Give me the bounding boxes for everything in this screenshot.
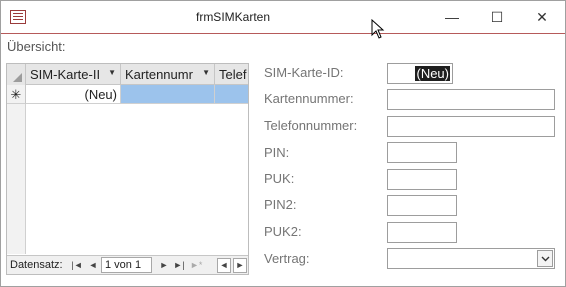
overview-label: Übersicht: xyxy=(7,39,66,54)
chevron-down-icon[interactable] xyxy=(537,250,553,267)
new-record-button[interactable]: ►* xyxy=(190,258,202,272)
cell-kartennummer[interactable] xyxy=(121,85,215,104)
label-puk: PUK: xyxy=(264,171,295,186)
next-record-button[interactable]: ► xyxy=(158,258,170,272)
cell-sim-karte-id[interactable]: (Neu) xyxy=(26,85,121,104)
label-telefonnummer: Telefonnummer: xyxy=(264,118,358,133)
column-header-label: Telef xyxy=(219,67,247,82)
sim-karte-id-value: (Neu) xyxy=(415,66,450,81)
telefonnummer-field[interactable] xyxy=(387,116,555,137)
column-header-telefonnummer[interactable]: Telef xyxy=(215,64,248,85)
label-pin: PIN: xyxy=(264,145,290,160)
kartennummer-field[interactable] xyxy=(387,89,555,110)
pin2-field[interactable] xyxy=(387,195,457,216)
title-accent-line xyxy=(1,33,565,34)
maximize-button[interactable]: ☐ xyxy=(474,1,520,33)
column-header-sim-karte-id[interactable]: SIM-Karte-II ▼ xyxy=(26,64,121,85)
scroll-right-button[interactable]: ► xyxy=(233,258,247,273)
scroll-left-button[interactable]: ◄ xyxy=(217,258,231,273)
mouse-pointer-icon xyxy=(371,19,385,39)
column-dropdown-icon[interactable]: ▼ xyxy=(202,68,210,77)
vertrag-combobox[interactable] xyxy=(387,248,555,269)
current-record-input[interactable]: 1 von 1 xyxy=(101,257,152,273)
column-header-label: SIM-Karte-II xyxy=(30,67,101,82)
horizontal-scrollbar[interactable]: ◄ ► xyxy=(217,258,248,274)
column-header-label: Kartennumr xyxy=(125,67,193,82)
new-record-row[interactable]: ✳ (Neu) xyxy=(7,85,248,104)
record-nav-label: Datensatz: xyxy=(10,259,63,271)
datasheet-subform[interactable]: SIM-Karte-II ▼ Kartennumr ▼ Telef ✳ (Neu… xyxy=(6,63,249,275)
first-record-button[interactable]: |◄ xyxy=(71,258,83,272)
label-kartennummer: Kartennummer: xyxy=(264,91,354,106)
pin-field[interactable] xyxy=(387,142,457,163)
sim-karte-id-field[interactable]: (Neu) xyxy=(387,63,453,84)
column-dropdown-icon[interactable]: ▼ xyxy=(108,68,116,77)
access-form-window: frmSIMKarten — ☐ ✕ Übersicht: SIM-Karte-… xyxy=(0,0,566,287)
window-title: frmSIMKarten xyxy=(195,10,270,24)
cell-telefonnummer[interactable] xyxy=(215,85,248,104)
column-header-kartennummer[interactable]: Kartennumr ▼ xyxy=(121,64,215,85)
label-pin2: PIN2: xyxy=(264,197,297,212)
close-button[interactable]: ✕ xyxy=(519,1,565,33)
record-navigation-bar: Datensatz: |◄ ◄ 1 von 1 ► ►| ►* ◄ ► xyxy=(7,255,248,274)
puk2-field[interactable] xyxy=(387,222,457,243)
previous-record-button[interactable]: ◄ xyxy=(87,258,99,272)
new-record-marker-icon[interactable]: ✳ xyxy=(7,85,26,104)
minimize-button[interactable]: — xyxy=(429,1,475,33)
label-vertrag: Vertrag: xyxy=(264,251,310,266)
select-all-corner[interactable] xyxy=(7,64,26,85)
label-puk2: PUK2: xyxy=(264,224,302,239)
last-record-button[interactable]: ►| xyxy=(173,258,185,272)
label-sim-karte-id: SIM-Karte-ID: xyxy=(264,65,344,80)
puk-field[interactable] xyxy=(387,169,457,190)
title-bar: frmSIMKarten — ☐ ✕ xyxy=(1,1,565,34)
